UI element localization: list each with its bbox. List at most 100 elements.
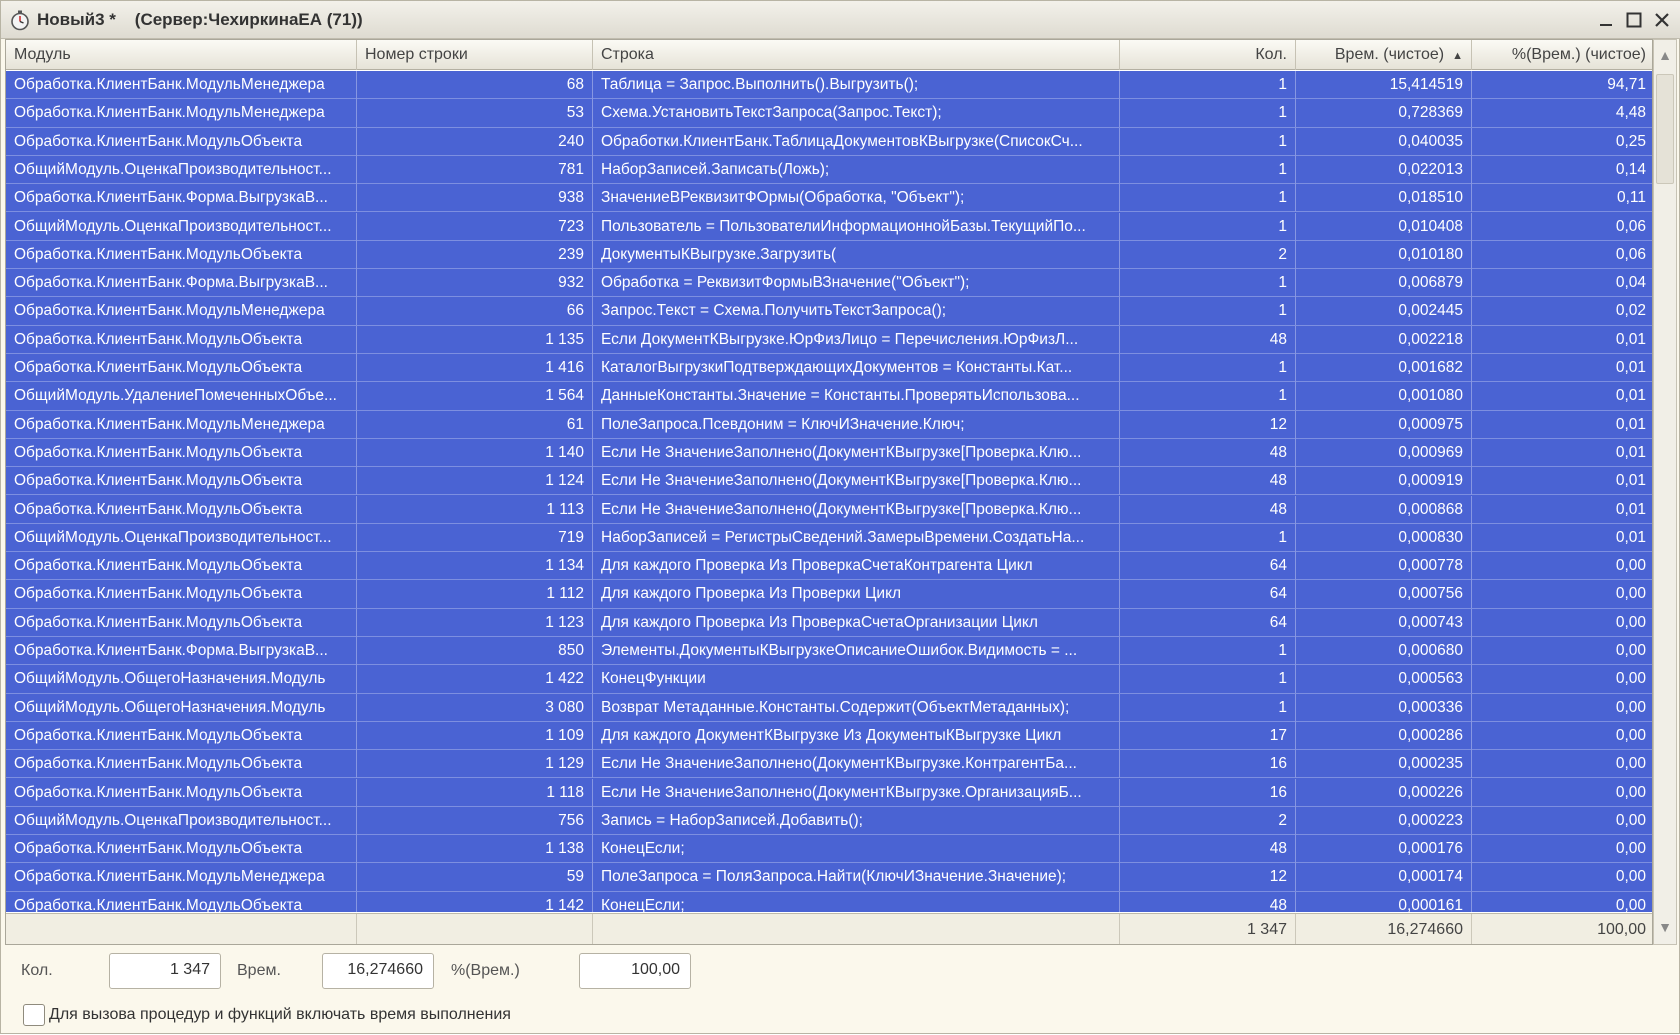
minimize-icon[interactable] [1591, 5, 1621, 35]
table-row[interactable]: ОбщийМодуль.ОбщегоНазначения.Модуль 3 080… [6, 693, 1652, 722]
table-row[interactable]: Обработка.КлиентБанк.МодульОбъекта 1 113 Е… [6, 495, 1652, 524]
table-row[interactable]: Обработка.КлиентБанк.МодульОбъекта 1 129 Е… [6, 750, 1652, 779]
cell-module: Обработка.КлиентБанк.Форма.ВыгрузкаВ... [6, 269, 357, 298]
table-row[interactable]: Обработка.КлиентБанк.МодульМенеджера 61 По… [6, 410, 1652, 439]
table-row[interactable]: Обработка.КлиентБанк.МодульМенеджера 53 Сх… [6, 99, 1652, 128]
table-row[interactable]: ОбщийМодуль.ОценкаПроизводительност... 75… [6, 806, 1652, 836]
cell-time: 0,000563 [1296, 665, 1472, 694]
close-icon[interactable] [1647, 5, 1677, 35]
table-row[interactable]: Обработка.КлиентБанк.МодульОбъекта 1 138 К… [6, 835, 1652, 864]
table-row[interactable]: Обработка.КлиентБанк.МодульОбъекта 1 112 Д… [6, 580, 1652, 609]
table-row[interactable]: Обработка.КлиентБанк.МодульОбъекта 1 124 Е… [6, 467, 1652, 496]
table-row[interactable]: Обработка.КлиентБанк.МодульОбъекта 240 Обр… [6, 127, 1652, 156]
cell-line-number: 1 113 [357, 495, 593, 524]
title-bar: Новый3 * (Сервер:ЧехиркинаЕА (71)) [1, 1, 1680, 39]
cell-line: Пользователь = ПользователиИнформационно… [593, 212, 1120, 241]
cell-line-number: 1 112 [357, 580, 593, 609]
table-row[interactable]: Обработка.КлиентБанк.МодульОбъекта 1 123 Д… [6, 608, 1652, 637]
table-body[interactable]: Обработка.КлиентБанк.МодульМенеджера 68 Та… [6, 71, 1652, 912]
cell-count: 48 [1120, 835, 1296, 864]
cell-count: 48 [1120, 467, 1296, 496]
column-header-count[interactable]: Кол. [1120, 40, 1296, 70]
table-row[interactable]: ОбщийМодуль.ОценкаПроизводительност... 78… [6, 155, 1652, 185]
column-header-module[interactable]: Модуль [6, 40, 357, 70]
cell-count: 48 [1120, 438, 1296, 467]
table-row[interactable]: ОбщийМодуль.ОбщегоНазначения.Модуль 1 422… [6, 665, 1652, 694]
table-row[interactable]: Обработка.КлиентБанк.Форма.ВыгрузкаВ... 9… [6, 269, 1652, 298]
scroll-down-icon[interactable]: ▼ [1654, 912, 1676, 942]
vertical-scrollbar[interactable]: ▲ ▼ [1653, 39, 1677, 945]
cell-line-number: 1 138 [357, 835, 593, 864]
cell-line: НаборЗаписей = РегистрыСведений.ЗамерыВр… [593, 523, 1120, 552]
cell-line: Для каждого Проверка Из ПроверкаСчетаОрг… [593, 608, 1120, 637]
column-header-line-number[interactable]: Номер строки [357, 40, 593, 70]
cell-module: Обработка.КлиентБанк.Форма.ВыгрузкаВ... [6, 184, 357, 213]
cell-time: 0,002445 [1296, 297, 1472, 326]
cell-module: Обработка.КлиентБанк.МодульОбъекта [6, 325, 357, 354]
table-row[interactable]: ОбщийМодуль.ОценкаПроизводительност... 72… [6, 212, 1652, 241]
column-header-percent[interactable]: %(Врем.) (чистое) [1472, 40, 1652, 70]
scrollbar-thumb[interactable] [1656, 74, 1674, 184]
include-call-time-checkbox[interactable] [23, 1004, 45, 1026]
cell-module: Обработка.КлиентБанк.МодульОбъекта [6, 721, 357, 750]
cell-time: 0,000226 [1296, 778, 1472, 807]
cell-time: 0,000176 [1296, 835, 1472, 864]
table-row[interactable]: Обработка.КлиентБанк.МодульОбъекта 239 Док… [6, 240, 1652, 270]
time-field[interactable]: 16,274660 [322, 953, 434, 989]
cell-module: Обработка.КлиентБанк.МодульМенеджера [6, 863, 357, 892]
cell-time: 0,000969 [1296, 438, 1472, 467]
cell-module: ОбщийМодуль.ОценкаПроизводительност... [6, 155, 357, 184]
column-header-line[interactable]: Строка [593, 40, 1120, 70]
cell-module: Обработка.КлиентБанк.Форма.ВыгрузкаВ... [6, 637, 357, 665]
percent-field[interactable]: 100,00 [579, 953, 691, 989]
cell-percent: 0,01 [1615, 415, 1646, 433]
scroll-up-icon[interactable]: ▲ [1654, 40, 1676, 70]
table-row[interactable]: Обработка.КлиентБанк.МодульМенеджера 68 Та… [6, 71, 1652, 100]
cell-time: 0,728369 [1296, 99, 1472, 128]
table-row[interactable]: Обработка.КлиентБанк.МодульОбъекта 1 109 Д… [6, 721, 1652, 751]
cell-module: Обработка.КлиентБанк.МодульОбъекта [6, 750, 357, 779]
table-row[interactable]: Обработка.КлиентБанк.МодульОбъекта 1 142 К… [6, 891, 1652, 912]
table-row[interactable]: Обработка.КлиентБанк.МодульОбъекта 1 134 Д… [6, 552, 1652, 581]
cell-line-number: 1 135 [357, 325, 593, 354]
cell-line: Если ДокументКВыгрузке.ЮрФизЛицо = Переч… [593, 325, 1120, 354]
cell-line-number: 1 140 [357, 438, 593, 467]
cell-percent: 0,02 [1615, 302, 1646, 320]
cell-line: НаборЗаписей.Записать(Ложь); [593, 155, 1120, 184]
maximize-icon[interactable] [1619, 5, 1649, 35]
cell-time: 0,002218 [1296, 325, 1472, 354]
cell-percent: 0,00 [1615, 868, 1646, 886]
column-header-time[interactable]: Врем. (чистое) ▲ [1296, 40, 1472, 70]
table-row[interactable]: ОбщийМодуль.УдалениеПомеченныхОбъе... 1 5… [6, 382, 1652, 411]
cell-percent: 0,01 [1615, 500, 1646, 518]
cell-time: 0,022013 [1296, 155, 1472, 184]
table-row[interactable]: Обработка.КлиентБанк.МодульОбъекта 1 416 К… [6, 354, 1652, 383]
cell-line: Возврат Метаданные.Константы.Содержит(Об… [593, 693, 1120, 722]
table-row[interactable]: Обработка.КлиентБанк.МодульОбъекта 1 140 Е… [6, 438, 1652, 468]
table-row[interactable]: Обработка.КлиентБанк.Форма.ВыгрузкаВ... 8… [6, 637, 1652, 666]
cell-time: 0,000778 [1296, 552, 1472, 581]
table-row[interactable]: ОбщийМодуль.ОценкаПроизводительност... 71… [6, 523, 1652, 553]
cell-line-number: 1 416 [357, 354, 593, 382]
cell-line: Если Не ЗначениеЗаполнено(ДокументКВыгру… [593, 495, 1120, 524]
cell-module: Обработка.КлиентБанк.МодульОбъекта [6, 467, 357, 496]
cell-percent: 0,04 [1615, 274, 1646, 292]
table-row[interactable]: Обработка.КлиентБанк.МодульМенеджера 66 За… [6, 297, 1652, 326]
cell-line-number: 1 129 [357, 750, 593, 779]
measurements-table[interactable]: Модуль Номер строки Строка Кол. Врем. (ч… [5, 39, 1653, 945]
totals-time: 16,274660 [1296, 914, 1472, 944]
table-row[interactable]: Обработка.КлиентБанк.МодульМенеджера 59 По… [6, 863, 1652, 892]
cell-line: ДанныеКонстанты.Значение = Константы.Про… [593, 382, 1120, 411]
count-field[interactable]: 1 347 [109, 953, 221, 989]
cell-percent: 0,00 [1615, 783, 1646, 801]
sort-ascending-icon: ▲ [1452, 50, 1463, 62]
cell-percent: 0,01 [1615, 387, 1646, 405]
cell-line-number: 3 080 [357, 693, 593, 722]
table-row[interactable]: Обработка.КлиентБанк.МодульОбъекта 1 118 Е… [6, 778, 1652, 807]
table-row[interactable]: Обработка.КлиентБанк.Форма.ВыгрузкаВ... 9… [6, 184, 1652, 213]
cell-time: 0,001682 [1296, 354, 1472, 382]
cell-module: Обработка.КлиентБанк.МодульОбъекта [6, 580, 357, 609]
cell-module: Обработка.КлиентБанк.МодульМенеджера [6, 297, 357, 326]
cell-percent: 94,71 [1607, 76, 1646, 93]
table-row[interactable]: Обработка.КлиентБанк.МодульОбъекта 1 135 Е… [6, 325, 1652, 354]
